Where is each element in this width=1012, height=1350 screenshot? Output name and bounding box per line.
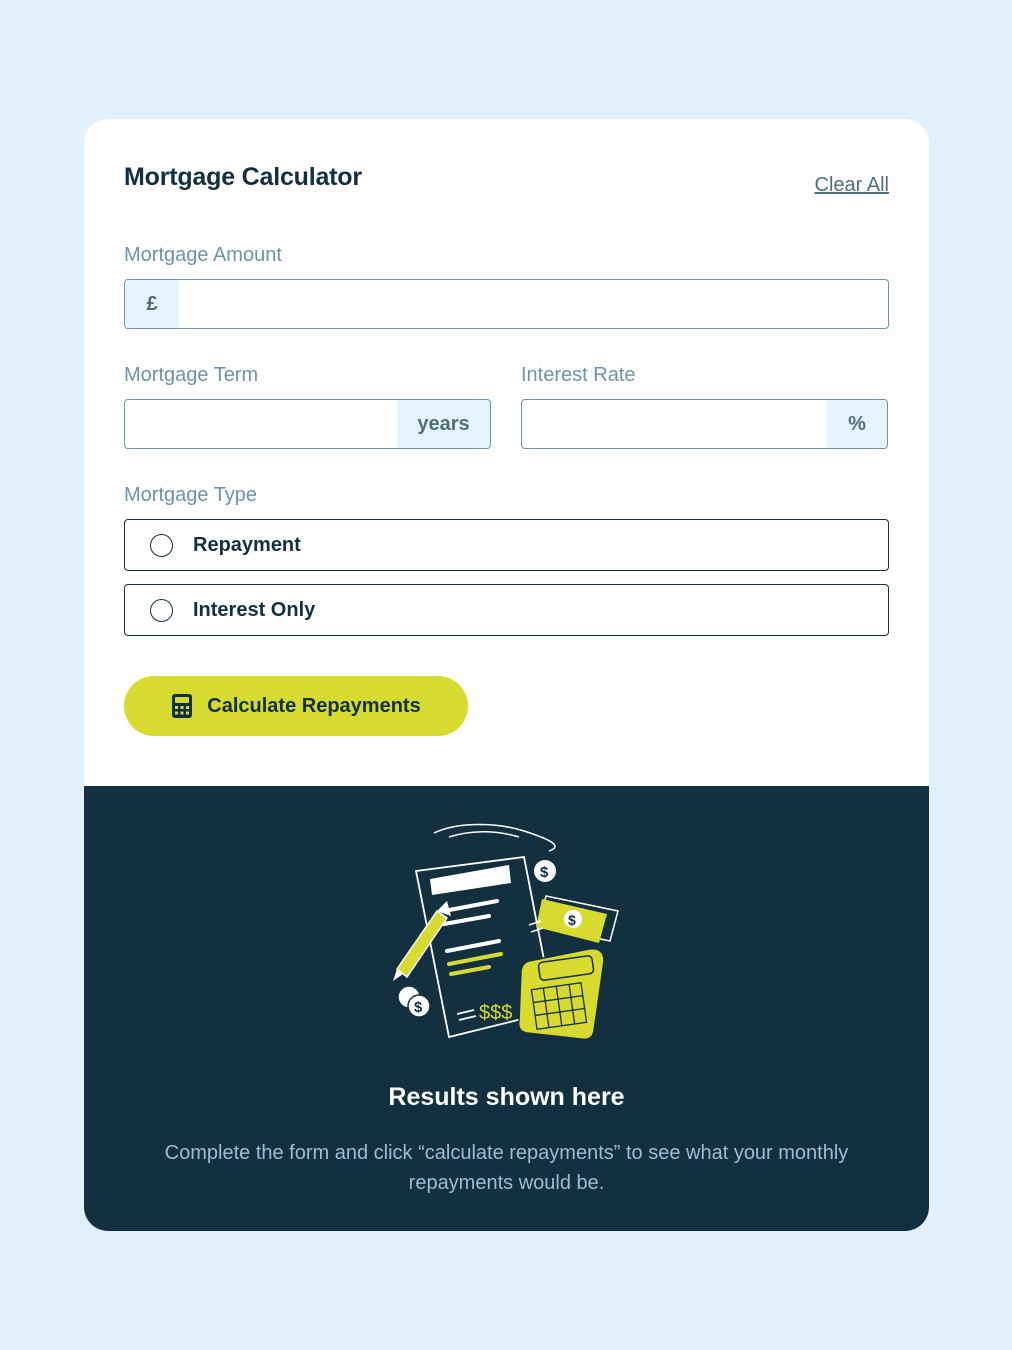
- radio-label-interest-only: Interest Only: [193, 598, 316, 621]
- results-description: Complete the form and click “calculate r…: [164, 1142, 849, 1194]
- radio-option-interest-only[interactable]: Interest Only: [124, 584, 889, 636]
- svg-text:$: $: [414, 999, 423, 1016]
- term-suffix: years: [397, 400, 490, 448]
- svg-text:$$$: $$$: [479, 1002, 512, 1024]
- currency-prefix: £: [125, 280, 179, 328]
- empty-results-illustration: $$$ $ $ $: [393, 823, 619, 1041]
- page-title: Mortgage Calculator: [124, 163, 362, 191]
- interest-rate-field: %: [521, 399, 888, 449]
- mortgage-calculator-card: Mortgage Calculator Clear All Mortgage A…: [84, 119, 929, 1231]
- results-panel: $$$ $ $ $ Results shown here Complete th…: [84, 786, 929, 1231]
- calculator-icon: [172, 694, 193, 718]
- interest-rate-input[interactable]: [522, 400, 827, 448]
- radio-button-interest-only[interactable]: [150, 598, 173, 622]
- results-title: Results shown here: [388, 1083, 625, 1111]
- calculate-button-label: Calculate Repayments: [207, 694, 421, 717]
- radio-option-repayment[interactable]: Repayment: [124, 519, 889, 571]
- mortgage-amount-label: Mortgage Amount: [124, 244, 282, 266]
- calculate-repayments-button[interactable]: Calculate Repayments: [124, 676, 468, 736]
- rate-suffix: %: [827, 400, 887, 448]
- mortgage-amount-field: £: [124, 279, 889, 329]
- mortgage-amount-input[interactable]: [179, 280, 888, 328]
- mortgage-term-input[interactable]: [125, 400, 397, 448]
- mortgage-type-label: Mortgage Type: [124, 484, 258, 506]
- svg-text:$: $: [568, 912, 576, 928]
- svg-text:$: $: [540, 864, 549, 881]
- radio-label-repayment: Repayment: [193, 533, 301, 556]
- mortgage-term-field: years: [124, 399, 491, 449]
- mortgage-term-label: Mortgage Term: [124, 364, 259, 386]
- clear-all-link[interactable]: Clear All: [815, 174, 889, 197]
- calculator-form: Mortgage Calculator Clear All Mortgage A…: [84, 119, 929, 786]
- interest-rate-label: Interest Rate: [521, 364, 636, 386]
- radio-button-repayment[interactable]: [150, 533, 173, 557]
